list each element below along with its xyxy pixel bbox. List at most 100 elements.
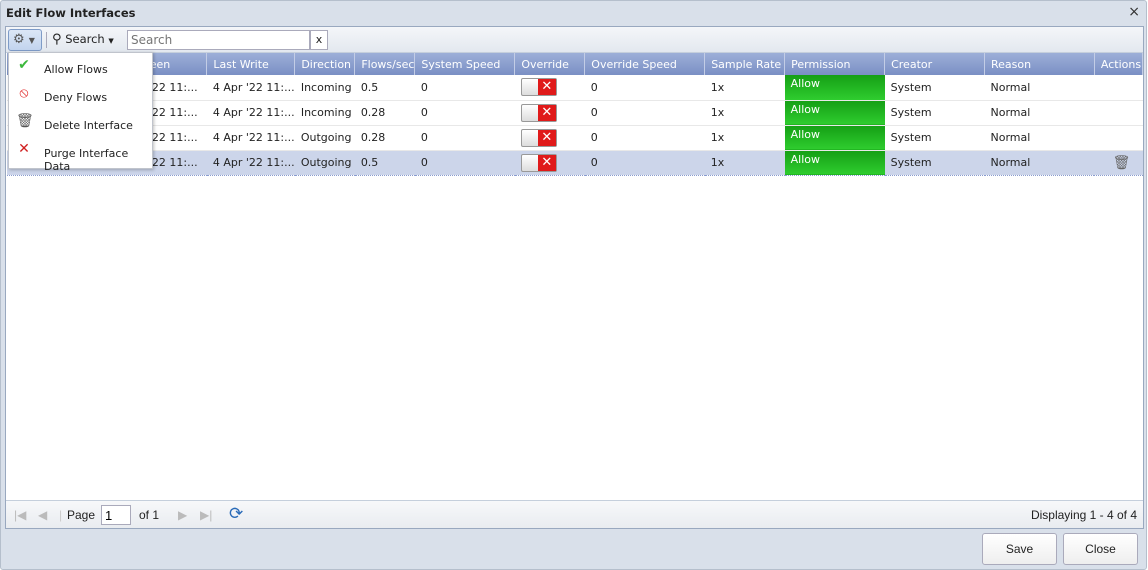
cell-system-speed: 0 [414, 100, 515, 126]
cell-permission: Allow [784, 100, 885, 126]
cell-reason: Normal [984, 100, 1095, 126]
column-header[interactable]: Override [514, 53, 586, 75]
cell-actions [1094, 75, 1143, 101]
clear-search-button[interactable]: x [310, 30, 328, 50]
cell-reason: Normal [984, 75, 1095, 101]
cell-override: ✕ [514, 75, 585, 101]
cell-creator: System [884, 75, 985, 101]
caret-down-icon: ▼ [108, 37, 114, 45]
cell-override-speed: 0 [584, 75, 705, 101]
cell-reason: Normal [984, 150, 1095, 176]
next-page-icon[interactable]: ▶ [178, 508, 187, 522]
close-icon[interactable]: × [1128, 4, 1140, 20]
override-toggle[interactable]: ✕ [520, 153, 557, 172]
menu-item-label: Delete Interface [44, 119, 133, 132]
menu-item-deny-flows[interactable]: ⦸ Deny Flows [9, 81, 152, 109]
table-row[interactable]: 4 Apr '22 11:... 4 Apr '22 11:... Incoming… [7, 100, 1143, 126]
last-page-icon[interactable]: ▶| [200, 508, 212, 522]
cell-system-speed: 0 [414, 75, 515, 101]
cell-actions [1094, 125, 1143, 151]
cell-creator: System [884, 125, 985, 151]
override-toggle[interactable]: ✕ [520, 103, 557, 122]
x-icon: ✕ [537, 104, 556, 121]
menu-item-label: Deny Flows [44, 91, 108, 104]
gear-menu-button[interactable]: ⚙ ▼ [8, 29, 42, 51]
menu-item-label: Purge Interface Data [44, 147, 129, 173]
cell-sample-rate: 1x [704, 75, 785, 101]
cell-flows: 0.28 [354, 125, 415, 151]
column-header[interactable]: Direction [294, 53, 356, 75]
dialog-window: Edit Flow Interfaces × ⚙ ▼ ⚲ Search ▼ x … [0, 0, 1147, 570]
refresh-icon[interactable]: ⟳ [229, 504, 243, 524]
column-header[interactable]: Flows/sec [354, 53, 416, 75]
cell-override-speed: 0 [584, 150, 705, 176]
menu-item-purge-interface-data[interactable]: ✕ Purge Interface Data [9, 137, 152, 173]
close-button[interactable]: Close [1063, 533, 1138, 565]
cell-actions: 🗑 [1094, 150, 1143, 176]
override-toggle[interactable]: ✕ [520, 128, 557, 147]
check-icon: ✔ [18, 57, 30, 73]
menu-item-label: Allow Flows [44, 63, 108, 76]
menu-item-allow-flows[interactable]: ✔ Allow Flows [9, 53, 152, 81]
cell-override-speed: 0 [584, 125, 705, 151]
cell-permission: Allow [784, 75, 885, 101]
cell-last-write: 4 Apr '22 11:... [206, 100, 295, 126]
cell-last-write: 4 Apr '22 11:... [206, 75, 295, 101]
override-toggle[interactable]: ✕ [520, 78, 557, 97]
column-header[interactable]: System Speed [414, 53, 516, 75]
prev-page-icon[interactable]: ◀ [38, 508, 47, 522]
menu-item-delete-interface[interactable]: 🗑 Delete Interface [9, 109, 152, 137]
dialog-title: Edit Flow Interfaces [6, 6, 136, 20]
cell-flows: 0.5 [354, 75, 415, 101]
search-label: Search [65, 32, 105, 46]
x-icon: ✕ [537, 154, 556, 171]
x-icon: ✕ [18, 141, 30, 157]
cell-permission: Allow [784, 125, 885, 151]
trash-icon[interactable]: 🗑 [1113, 155, 1131, 171]
search-menu-button[interactable]: ⚲ Search ▼ [52, 32, 114, 47]
cell-sample-rate: 1x [704, 150, 785, 176]
column-header[interactable]: Actions [1094, 53, 1144, 75]
cell-sample-rate: 1x [704, 100, 785, 126]
cell-override-speed: 0 [584, 100, 705, 126]
cell-system-speed: 0 [414, 150, 515, 176]
cell-override: ✕ [514, 150, 585, 176]
page-label: Page [67, 508, 96, 522]
cell-creator: System [884, 100, 985, 126]
grid-panel: ⚙ ▼ ⚲ Search ▼ x Last SeenLast WriteDire… [5, 26, 1144, 529]
cell-direction: Outgoing [294, 125, 355, 151]
cell-flows: 0.28 [354, 100, 415, 126]
cell-flows: 0.5 [354, 150, 415, 176]
trash-icon: 🗑 [16, 113, 34, 129]
cell-system-speed: 0 [414, 125, 515, 151]
cell-direction: Incoming [294, 75, 355, 101]
page-count: of 1 [139, 508, 160, 522]
x-icon: ✕ [537, 129, 556, 146]
column-header[interactable]: Override Speed [584, 53, 706, 75]
column-header[interactable]: Last Write [206, 53, 296, 75]
save-button[interactable]: Save [982, 533, 1057, 565]
table-row[interactable]: 4 Apr '22 11:... 4 Apr '22 11:... Outgoing… [7, 125, 1143, 151]
caret-down-icon: ▼ [28, 36, 35, 45]
x-icon: ✕ [537, 79, 556, 96]
search-icon: ⚲ [52, 32, 62, 47]
cell-actions [1094, 100, 1143, 126]
column-header[interactable]: Permission [784, 53, 886, 75]
divider [46, 32, 47, 48]
paging-toolbar: |◀ ◀ | Page of 1 ▶ ▶| ⟳ Displaying 1 - 4… [6, 500, 1143, 528]
table-row[interactable]: 4 Apr '22 11:... 4 Apr '22 11:... Outgoing… [7, 150, 1143, 176]
gear-icon: ⚙ [13, 32, 25, 47]
column-header[interactable]: Reason [984, 53, 1095, 75]
gear-dropdown-menu: ✔ Allow Flows ⦸ Deny Flows 🗑 Delete Interface… [8, 52, 153, 173]
search-input[interactable] [127, 30, 310, 50]
cell-reason: Normal [984, 125, 1095, 151]
column-header[interactable]: Creator [884, 53, 986, 75]
page-number-input[interactable] [101, 505, 131, 525]
cell-direction: Incoming [294, 100, 355, 126]
column-header[interactable]: Sample Rate [704, 53, 786, 75]
toolbar: ⚙ ▼ ⚲ Search ▼ x [6, 27, 1143, 53]
table-row[interactable]: 4 Apr '22 11:... 4 Apr '22 11:... Incoming… [7, 75, 1143, 101]
first-page-icon[interactable]: |◀ [14, 508, 26, 522]
cell-override: ✕ [514, 125, 585, 151]
cell-permission: Allow [784, 150, 885, 176]
